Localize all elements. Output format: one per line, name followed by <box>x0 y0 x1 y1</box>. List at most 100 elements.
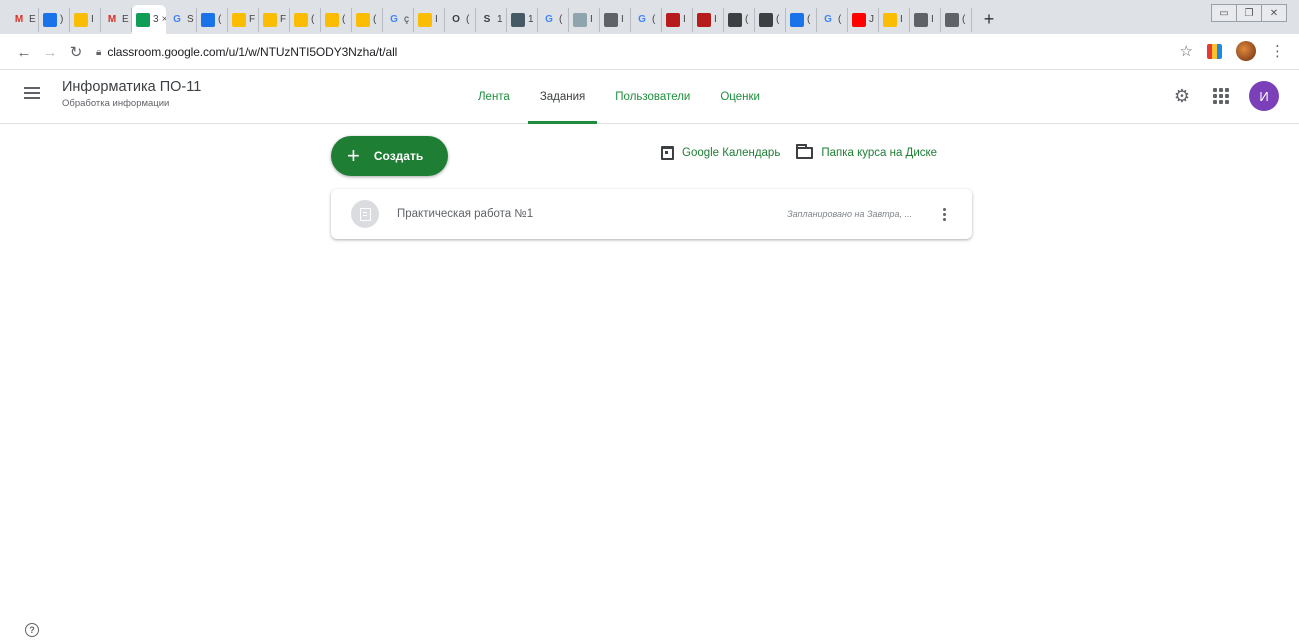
tab-1[interactable]: Задания <box>527 70 598 124</box>
browser-tab[interactable]: O( <box>445 7 476 32</box>
browser-tab[interactable]: F <box>228 7 259 32</box>
tab-title: ( <box>342 14 346 25</box>
tab-title: ( <box>776 14 780 25</box>
browser-tab[interactable]: ME <box>101 7 132 32</box>
browser-tab[interactable]: I <box>662 7 693 32</box>
back-icon[interactable]: ← <box>14 42 34 62</box>
assignment-card[interactable]: Практическая работа №1 Запланировано на … <box>331 189 972 239</box>
browser-tab[interactable]: Gç <box>383 7 414 32</box>
browser-tab[interactable]: I <box>879 7 910 32</box>
minimize-icon[interactable]: ▭ <box>1211 4 1237 22</box>
apps-grid-icon[interactable] <box>1213 88 1229 104</box>
tab-title: I <box>714 14 717 25</box>
site-icon <box>883 12 897 27</box>
browser-tab[interactable]: I <box>910 7 941 32</box>
tab-title: ( <box>807 14 811 25</box>
classroom-icon <box>74 12 88 27</box>
tab-title: E <box>122 14 129 25</box>
restore-icon[interactable]: ❐ <box>1236 4 1262 22</box>
browser-tab[interactable]: ( <box>352 7 383 32</box>
browser-toolbar: ← → ↻ 🔒︎ classroom.google.com/u/1/w/NTUz… <box>0 34 1299 70</box>
tab-2[interactable]: Пользователи <box>603 70 702 124</box>
tab-0[interactable]: Лента <box>466 70 522 124</box>
browser-tab[interactable]: 1 <box>507 7 538 32</box>
site-icon <box>790 12 804 27</box>
extension-icon[interactable] <box>1207 43 1222 59</box>
browser-tab[interactable]: ( <box>941 7 972 32</box>
browser-profile-avatar[interactable] <box>1236 41 1256 61</box>
browser-menu-icon[interactable]: ⋮ <box>1270 42 1285 60</box>
browser-tab[interactable]: ( <box>786 7 817 32</box>
site-icon: S <box>483 14 491 25</box>
browser-tab[interactable]: G( <box>538 7 569 32</box>
tab-title: J <box>869 14 874 25</box>
browser-tab-strip: M E) I M E 3 × G S(F F(((Gç I O(S 1 1 G(I I G(I I(((G(J I I… <box>0 0 1299 34</box>
browser-tab[interactable]: ( <box>755 7 786 32</box>
forward-icon[interactable]: → <box>40 42 60 62</box>
hamburger-menu-icon[interactable] <box>24 83 44 103</box>
gear-icon[interactable]: ⚙ <box>1171 85 1193 107</box>
site-icon <box>945 12 959 27</box>
site-icon <box>666 12 680 27</box>
browser-tab[interactable]: ( <box>290 7 321 32</box>
tab-title: ( <box>962 14 966 25</box>
bookmark-star-icon[interactable]: ☆ <box>1180 42 1193 60</box>
browser-tab[interactable]: F <box>259 7 290 32</box>
help-icon[interactable]: ? <box>25 623 39 637</box>
browser-tab[interactable]: J <box>848 7 879 32</box>
classroom-icon <box>325 12 339 27</box>
classroom-header: Информатика ПО-11 Обработка информации Л… <box>0 70 1299 124</box>
browser-tab[interactable]: G( <box>631 7 662 32</box>
site-icon <box>511 12 525 27</box>
tab-title: ( <box>559 14 563 25</box>
tab-title: I <box>900 14 903 25</box>
browser-tab[interactable]: GS <box>166 7 197 32</box>
gmail-icon: M <box>107 14 117 25</box>
tab-title: 1 <box>497 14 503 25</box>
more-options-icon[interactable] <box>934 207 954 221</box>
tab-title: ( <box>373 14 377 25</box>
course-info[interactable]: Информатика ПО-11 Обработка информации <box>62 79 201 109</box>
classroom-icon <box>294 12 308 27</box>
address-bar[interactable]: 🔒︎ classroom.google.com/u/1/w/NTUzNTI5OD… <box>96 40 1156 64</box>
browser-tab[interactable]: ME <box>8 7 39 32</box>
browser-tab[interactable]: S1 <box>476 7 507 32</box>
window-controls: ▭ ❐ ✕ <box>1211 4 1287 22</box>
tab-title: I <box>683 14 686 25</box>
browser-tab[interactable]: I <box>70 7 101 32</box>
close-window-icon[interactable]: ✕ <box>1261 4 1287 22</box>
site-icon <box>697 12 711 27</box>
tab-title: I <box>435 14 438 25</box>
calendar-icon <box>661 146 674 160</box>
browser-tab[interactable]: G( <box>817 7 848 32</box>
tab-title: F <box>249 14 256 25</box>
gmail-icon: M <box>14 14 24 25</box>
avatar[interactable]: И <box>1249 81 1279 111</box>
browser-tab[interactable]: ( <box>321 7 352 32</box>
reload-icon[interactable]: ↻ <box>66 42 86 62</box>
site-icon <box>759 12 773 27</box>
site-icon: O <box>452 14 460 25</box>
google-calendar-link[interactable]: Google Календарь <box>661 146 780 160</box>
browser-tab[interactable]: I <box>693 7 724 32</box>
new-tab-icon[interactable]: + <box>976 8 1002 32</box>
drive-folder-link[interactable]: Папка курса на Диске <box>790 144 937 159</box>
tab-title: ( <box>652 14 656 25</box>
browser-tab[interactable]: I <box>569 7 600 32</box>
assignment-status: Запланировано на Завтра, ... <box>787 209 912 219</box>
url-text: classroom.google.com/u/1/w/NTUzNTI5ODY3N… <box>107 45 398 59</box>
create-button[interactable]: + Создать <box>331 136 448 176</box>
browser-tab[interactable]: I <box>600 7 631 32</box>
site-icon <box>914 12 928 27</box>
tab-3[interactable]: Оценки <box>708 70 772 124</box>
browser-tab[interactable]: 3 × <box>132 5 166 34</box>
browser-tab[interactable]: ( <box>197 7 228 32</box>
google-icon: G <box>638 14 646 25</box>
tab-title: F <box>280 14 287 25</box>
browser-tab[interactable]: I <box>414 7 445 32</box>
toolbar-actions: ☆ ⋮ <box>1180 41 1285 61</box>
browser-tab[interactable]: ( <box>724 7 755 32</box>
browser-tab[interactable]: ) <box>39 7 70 32</box>
tab-title: S <box>187 14 194 25</box>
classroom-icon <box>356 12 370 27</box>
